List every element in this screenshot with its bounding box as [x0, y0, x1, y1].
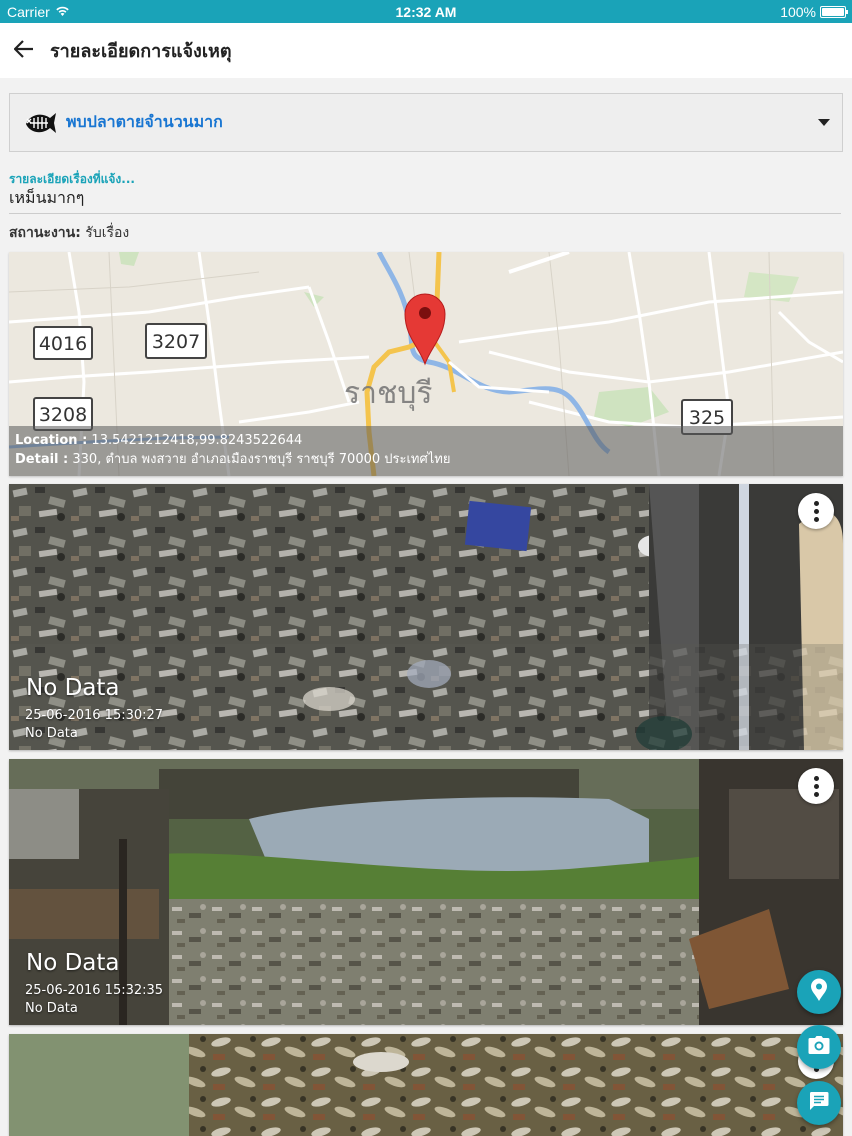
photo-date: 25-06-2016 15:30:27: [25, 708, 164, 723]
page-title: รายละเอียดการแจ้งเหตุ: [50, 41, 232, 62]
status-value: รับเรื่อง: [85, 225, 130, 241]
address-label: Detail :: [15, 452, 69, 467]
address-value: 330, ตำบล พงสวาย อำเภอเมืองราชบุรี ราชบุ…: [72, 452, 451, 467]
photo-description: No Data: [25, 726, 78, 741]
location-value: 13.5421212418,99.8243522644: [91, 433, 303, 448]
location-fab[interactable]: [797, 970, 841, 1014]
camera-fab[interactable]: [797, 1025, 841, 1069]
road-shield-label: 3207: [152, 331, 200, 353]
photo-description: No Data: [25, 1001, 78, 1016]
photo-date: 25-06-2016 15:32:35: [25, 983, 164, 998]
location-row: Location : 13.5421212418,99.8243522644: [15, 431, 837, 450]
battery-icon: [820, 6, 848, 18]
caret-down-icon: [818, 119, 830, 126]
location-pin-icon: [809, 978, 829, 1006]
camera-icon: [808, 1035, 830, 1059]
location-map[interactable]: ราชบุรี 4016 3207 3208 325 Location : 13…: [9, 252, 843, 476]
road-shield-label: 4016: [39, 333, 87, 355]
map-info-overlay: Location : 13.5421212418,99.8243522644 D…: [9, 426, 843, 476]
photo-card[interactable]: No Data 25-06-2016 15:32:35 No Data: [9, 759, 843, 1025]
more-options-button[interactable]: [798, 768, 834, 804]
app-bar: รายละเอียดการแจ้งเหตุ: [0, 23, 852, 78]
battery-status: 100%: [780, 4, 848, 20]
status-bar: Carrier 12:32 AM 100%: [0, 0, 852, 23]
dead-fish-icon: [20, 104, 58, 142]
chat-fab[interactable]: [797, 1081, 841, 1125]
photo-title: No Data: [26, 950, 120, 976]
clock: 12:32 AM: [395, 4, 457, 20]
battery-percent: 100%: [780, 4, 816, 20]
arrow-back-icon: [13, 39, 34, 62]
category-dropdown[interactable]: พบปลาตายจำนวนมาก: [9, 93, 843, 152]
detail-value: เหม็นมากๆ: [9, 188, 85, 207]
status-label: สถานะงาน:: [9, 225, 81, 241]
photo-card[interactable]: No Data 25-06-2016 15:30:27 No Data: [9, 484, 843, 750]
road-shield-label: 3208: [39, 404, 87, 426]
back-button[interactable]: [0, 27, 48, 75]
address-row: Detail : 330, ตำบล พงสวาย อำเภอเมืองราชบ…: [15, 450, 837, 469]
photo-card[interactable]: [9, 1034, 843, 1136]
dead-fish-photo: [9, 1034, 843, 1136]
chat-icon: [809, 1091, 829, 1115]
detail-divider: [9, 213, 841, 214]
location-label: Location :: [15, 433, 88, 448]
photo-title: No Data: [26, 675, 120, 701]
more-options-button[interactable]: [798, 493, 834, 529]
job-status: สถานะงาน: รับเรื่อง: [9, 222, 129, 244]
map-city-label: ราชบุรี: [344, 376, 432, 412]
category-label: พบปลาตายจำนวนมาก: [66, 112, 223, 131]
